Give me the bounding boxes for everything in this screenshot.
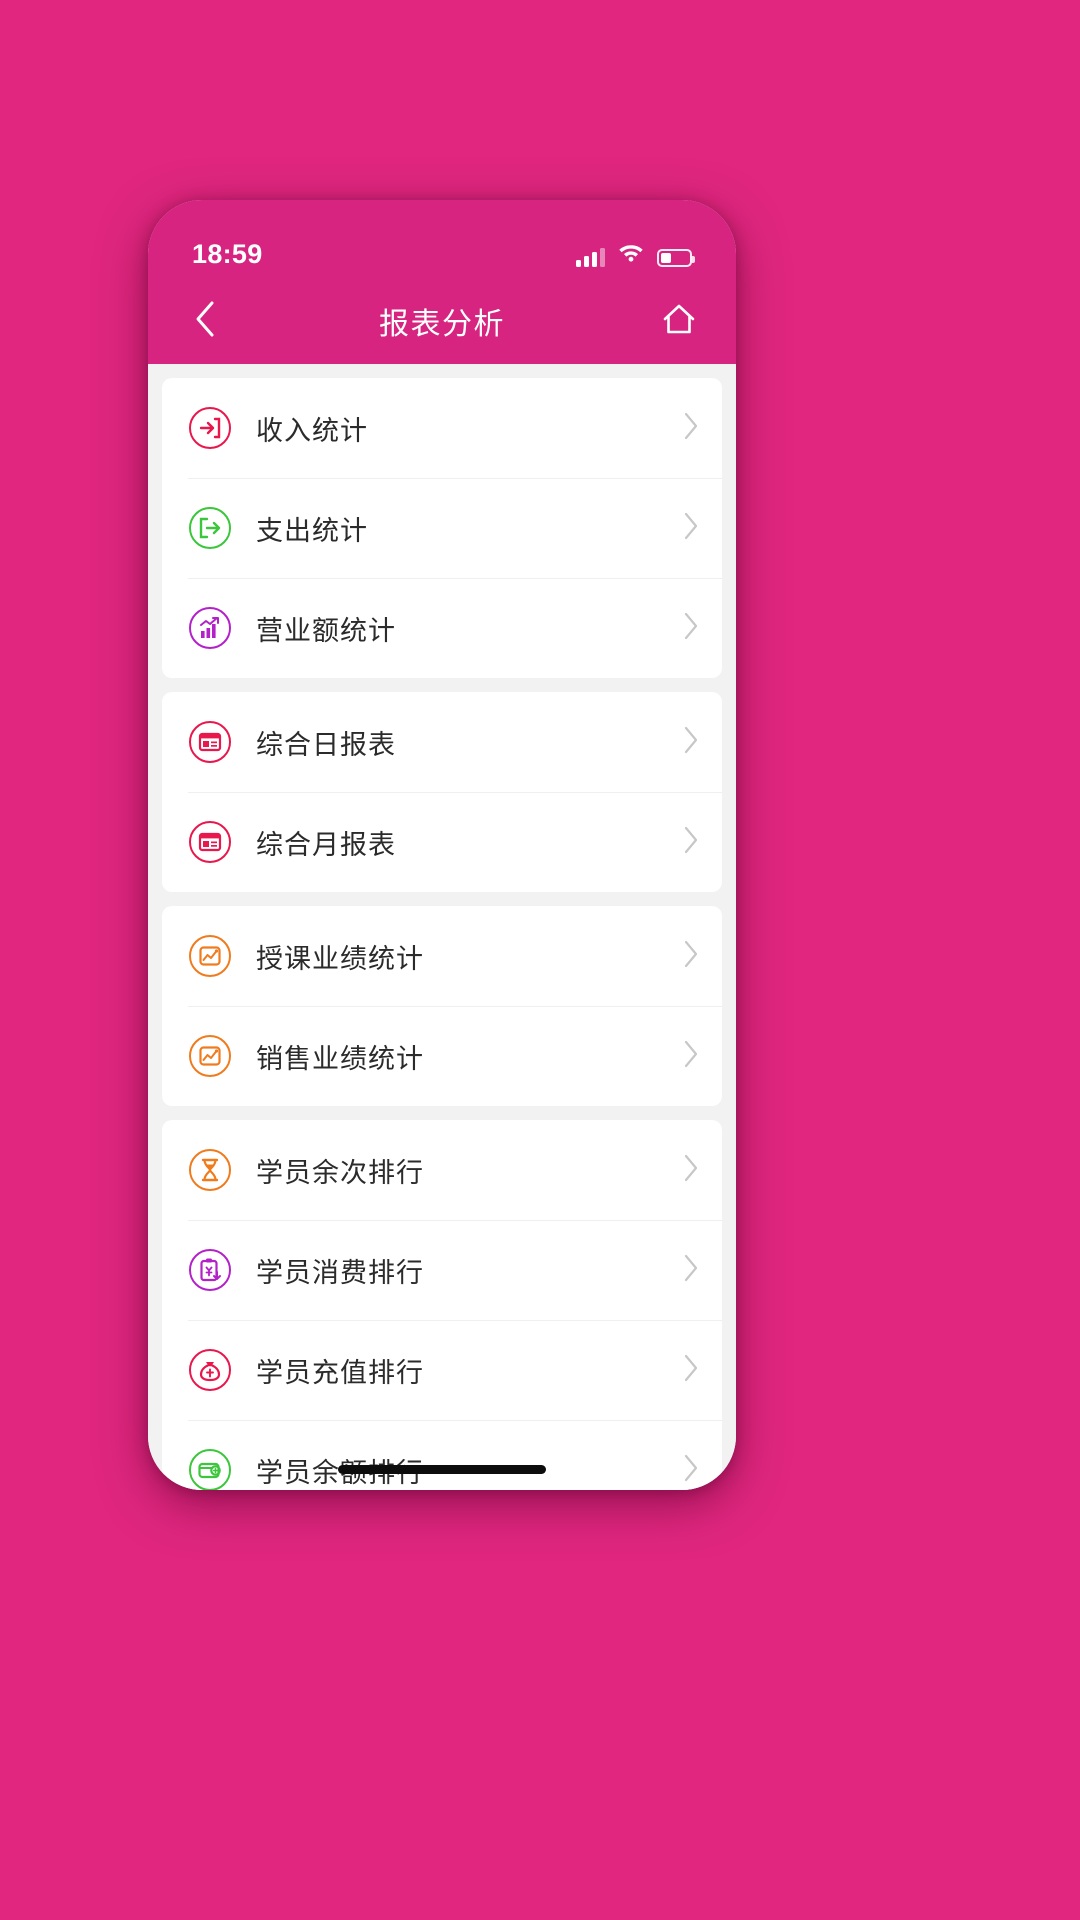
- chevron-right-icon: [683, 411, 700, 446]
- home-button[interactable]: [656, 298, 702, 344]
- status-bar: 18:59: [148, 200, 736, 278]
- list-item[interactable]: 营业额统计: [162, 578, 722, 678]
- list-item-label: 学员充值排行: [256, 1357, 424, 1388]
- chevron-right-icon: [683, 511, 700, 546]
- arrow-into-door-icon: [188, 406, 232, 450]
- arrow-out-door-icon: [188, 506, 232, 550]
- chevron-right-icon: [683, 1353, 700, 1388]
- chart-frame-icon: [188, 1034, 232, 1078]
- list-item-label: 学员余次排行: [256, 1157, 424, 1188]
- list-item[interactable]: 综合日报表: [162, 692, 722, 792]
- home-icon: [662, 302, 696, 341]
- chart-frame-icon: [188, 934, 232, 978]
- report-group-group-reports: 综合日报表综合月报表: [162, 692, 722, 892]
- chevron-right-icon: [683, 1253, 700, 1288]
- wifi-icon: [618, 242, 644, 267]
- chevron-right-icon: [683, 939, 700, 974]
- list-item[interactable]: 支出统计: [162, 478, 722, 578]
- chevron-right-icon: [683, 1453, 700, 1488]
- list-item-label: 收入统计: [256, 415, 368, 446]
- nav-bar: 报表分析: [148, 278, 736, 364]
- report-group-group-student-rankings: 学员余次排行学员消费排行学员充值排行学员余额排行学员积分排行: [162, 1120, 722, 1490]
- chevron-right-icon: [683, 1039, 700, 1074]
- report-page-icon: [188, 720, 232, 764]
- chevron-left-icon: [194, 300, 216, 343]
- bar-chart-growth-icon: [188, 606, 232, 650]
- list-item[interactable]: 收入统计: [162, 378, 722, 478]
- back-button[interactable]: [182, 298, 228, 344]
- chevron-right-icon: [683, 1153, 700, 1188]
- clipboard-yuan-icon: [188, 1248, 232, 1292]
- list-item[interactable]: 综合月报表: [162, 792, 722, 892]
- report-list[interactable]: 收入统计 支出统计 营业额统计 综合日报表 综合月报表 授课业绩统计 销售业绩统计 学员余次排…: [148, 364, 736, 1490]
- list-item-label: 支出统计: [256, 515, 368, 546]
- cellular-signal-icon: [576, 247, 605, 267]
- chevron-right-icon: [683, 725, 700, 760]
- page-title: 报表分析: [379, 308, 505, 341]
- list-item[interactable]: 学员余次排行: [162, 1120, 722, 1220]
- chevron-right-icon: [683, 825, 700, 860]
- phone-frame: 18:59 报表分析 收入统计 支出统计 营业额统计 综合日报表 综合月报表 授…: [148, 200, 736, 1490]
- list-item[interactable]: 学员消费排行: [162, 1220, 722, 1320]
- report-page-icon: [188, 820, 232, 864]
- list-item-label: 综合月报表: [256, 829, 396, 860]
- hourglass-icon: [188, 1148, 232, 1192]
- list-item-label: 销售业绩统计: [256, 1043, 424, 1074]
- report-group-group-performance: 授课业绩统计 销售业绩统计: [162, 906, 722, 1106]
- money-bag-icon: [188, 1348, 232, 1392]
- list-item-label: 授课业绩统计: [256, 943, 424, 974]
- list-item[interactable]: 学员余额排行: [162, 1420, 722, 1490]
- list-item[interactable]: 学员充值排行: [162, 1320, 722, 1420]
- battery-icon: [657, 249, 695, 267]
- list-item-label: 学员消费排行: [256, 1257, 424, 1288]
- wallet-icon: [188, 1448, 232, 1490]
- chevron-right-icon: [683, 611, 700, 646]
- status-bar-time: 18:59: [192, 239, 263, 269]
- home-indicator-bar: [338, 1465, 546, 1474]
- list-item[interactable]: 授课业绩统计: [162, 906, 722, 1006]
- list-item-label: 营业额统计: [256, 615, 396, 646]
- status-bar-icons: [576, 242, 695, 270]
- report-group-group-statistics: 收入统计支出统计营业额统计: [162, 378, 722, 678]
- list-item[interactable]: 销售业绩统计: [162, 1006, 722, 1106]
- list-item-label: 综合日报表: [256, 729, 396, 760]
